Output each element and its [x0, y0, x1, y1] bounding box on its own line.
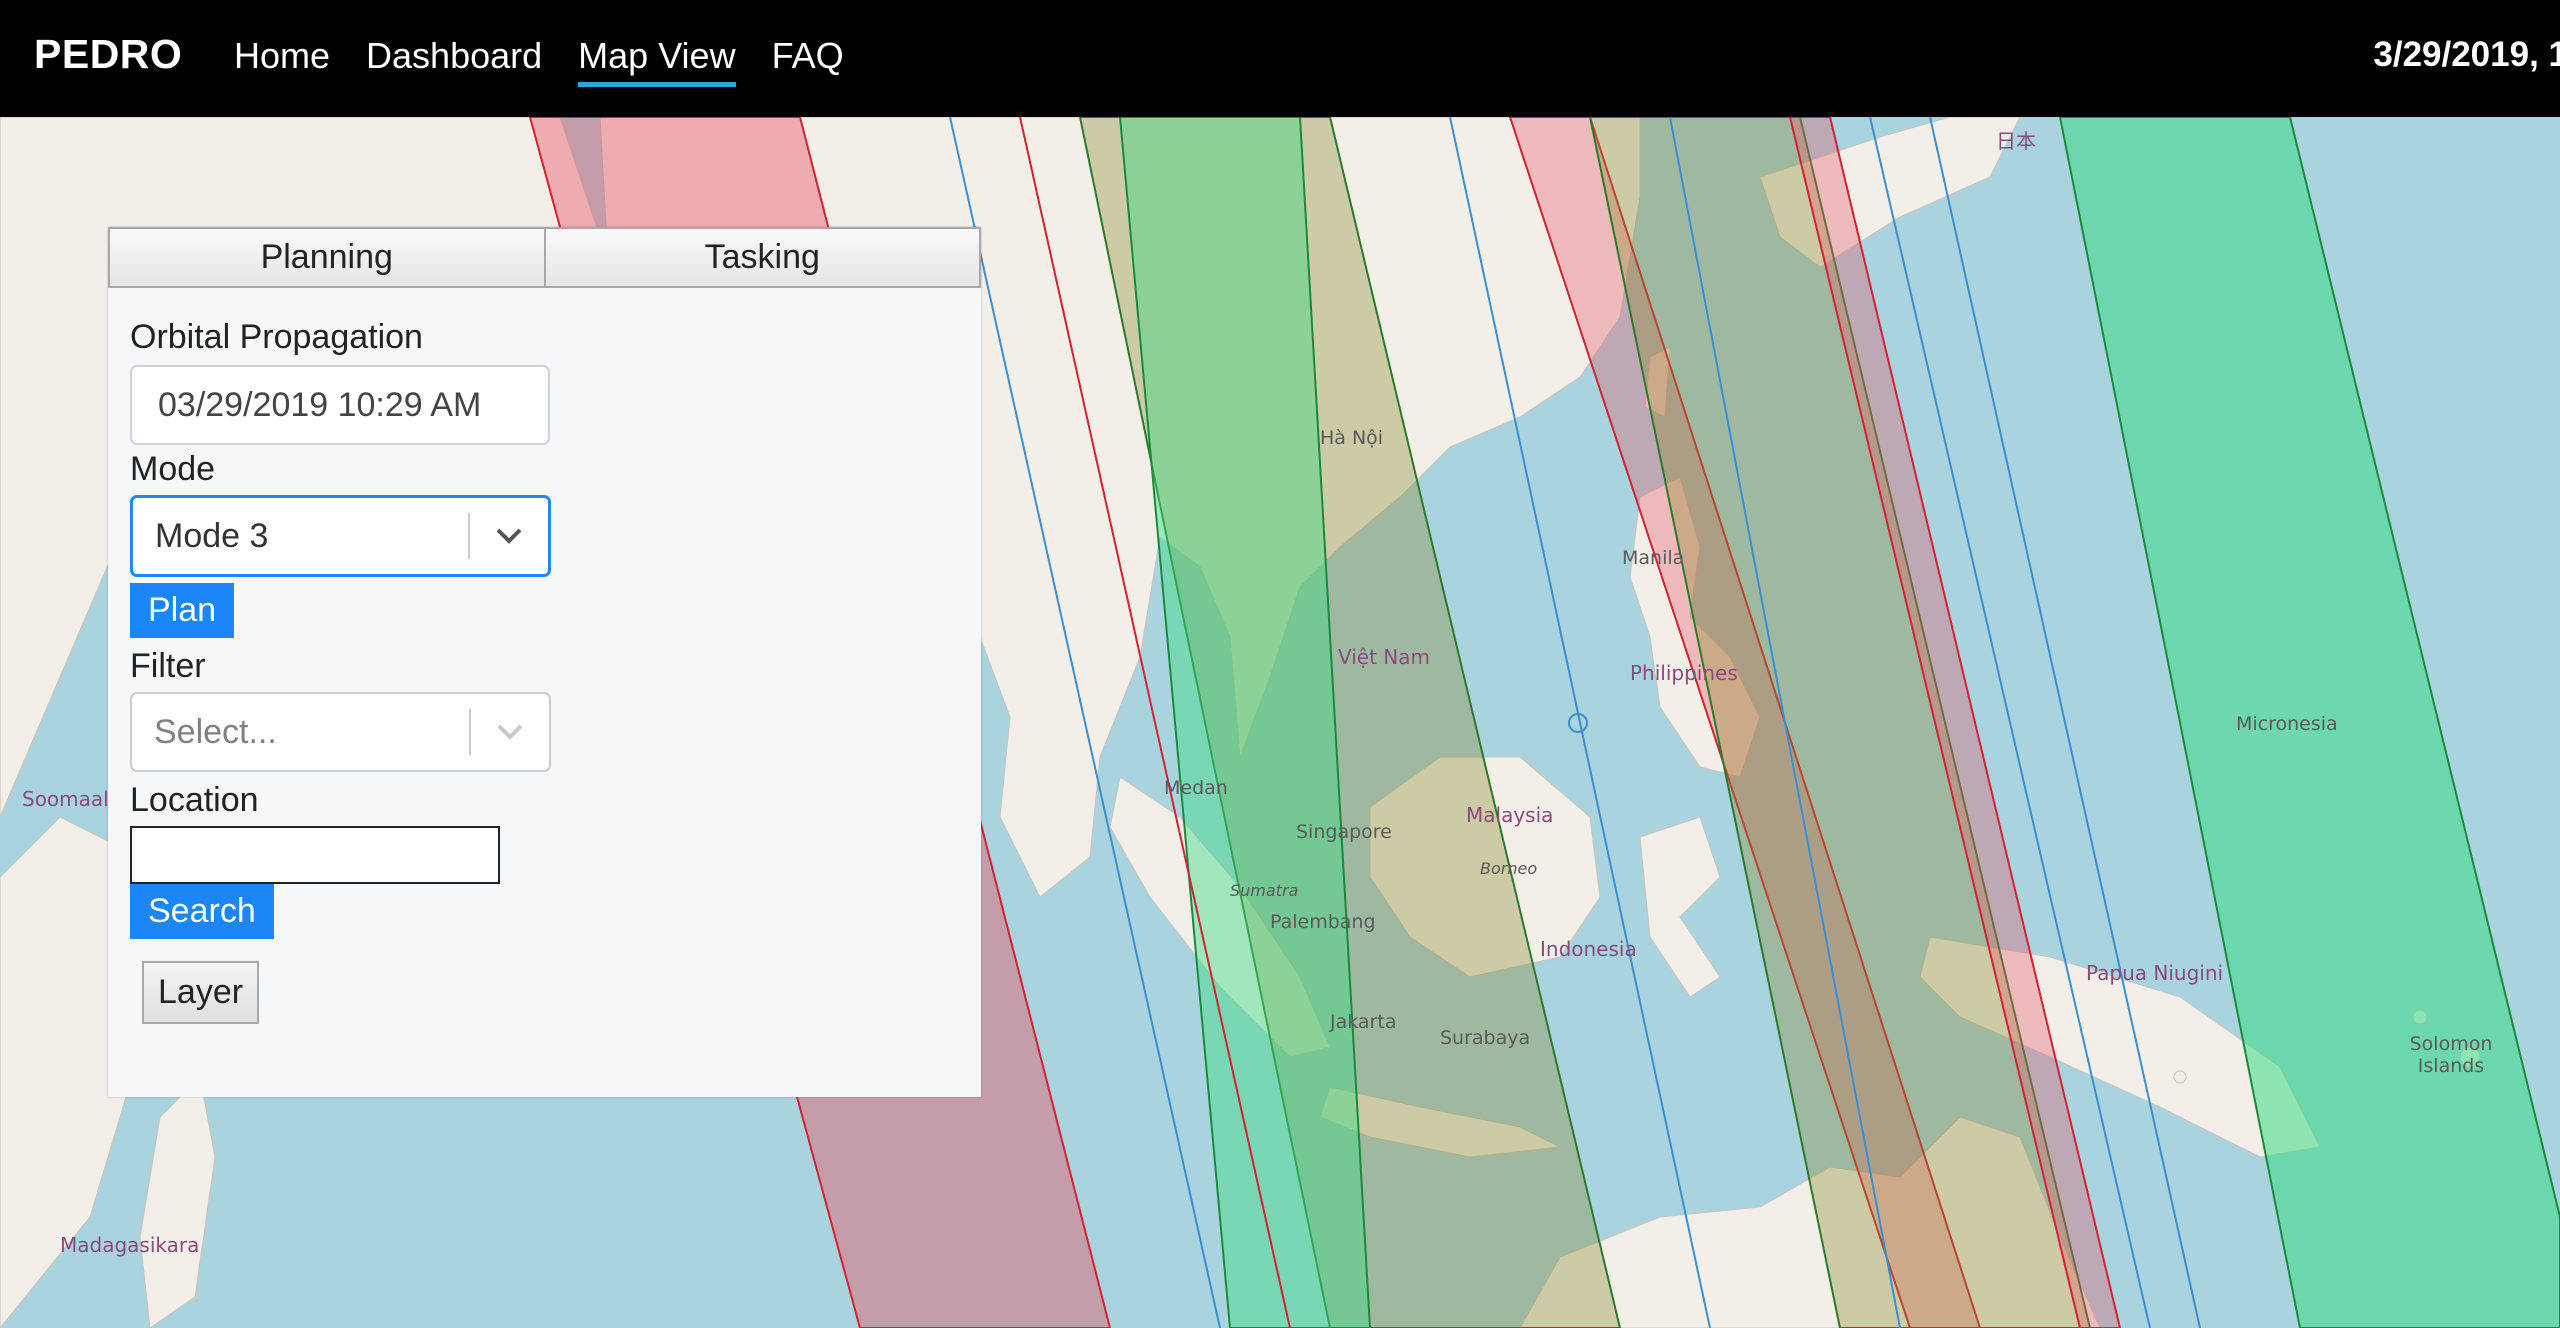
label-solomon: Solomon Islands: [2409, 1033, 2493, 1077]
panel-tabs: Planning Tasking: [108, 227, 981, 288]
filter-label: Filter: [130, 647, 206, 685]
label-indonesia: Indonesia: [1540, 937, 1637, 961]
planning-form: Orbital Propagation 03/29/2019 10:29 AM …: [130, 317, 551, 1024]
label-philippines: Philippines: [1630, 661, 1738, 685]
location-label: Location: [130, 781, 259, 819]
orbital-propagation-label: Orbital Propagation: [130, 318, 423, 356]
tab-tasking[interactable]: Tasking: [545, 227, 981, 288]
filter-select-placeholder: Select...: [154, 712, 277, 751]
label-madagasikara: Madagasikara: [60, 1233, 200, 1257]
label-somaal: Soomaal: [22, 787, 109, 811]
location-input[interactable]: [130, 826, 500, 884]
top-navbar: PEDRO Home Dashboard Map View FAQ 3/29/2…: [0, 0, 2560, 117]
nav-dashboard[interactable]: Dashboard: [366, 35, 542, 83]
label-palembang: Palembang: [1270, 911, 1376, 933]
filter-select[interactable]: Select...: [130, 692, 551, 772]
nav-map-view[interactable]: Map View: [578, 35, 737, 87]
mode-select[interactable]: Mode 3: [130, 495, 551, 577]
label-singapore: Singapore: [1296, 821, 1392, 843]
label-borneo: Borneo: [1480, 859, 1538, 878]
nav-links: Home Dashboard Map View FAQ: [234, 35, 880, 87]
layer-button[interactable]: Layer: [142, 961, 260, 1024]
label-papua: Papua Niugini: [2086, 961, 2224, 985]
label-manila: Manila: [1622, 547, 1685, 569]
tab-planning[interactable]: Planning: [108, 227, 546, 288]
label-jakarta: Jakarta: [1330, 1011, 1397, 1033]
planning-panel: Planning Tasking Orbital Propagation 03/…: [108, 227, 981, 1097]
search-button[interactable]: Search: [130, 884, 274, 939]
mode-label: Mode: [130, 450, 216, 488]
nav-home[interactable]: Home: [234, 35, 330, 83]
nav-faq[interactable]: FAQ: [772, 35, 844, 83]
date-time-display: 3/29/2019, 1: [2373, 35, 2560, 74]
label-medan: Medan: [1164, 777, 1228, 799]
mode-select-value: Mode 3: [155, 516, 269, 555]
label-micronesia: Micronesia: [2236, 713, 2338, 735]
label-hanoi: Hà Nội: [1320, 427, 1384, 449]
label-vietnam: Việt Nam: [1338, 645, 1431, 669]
chevron-down-icon[interactable]: [471, 723, 549, 741]
brand-logo[interactable]: PEDRO: [34, 31, 182, 78]
label-surabaya: Surabaya: [1440, 1027, 1531, 1049]
label-sumatra: Sumatra: [1230, 881, 1299, 900]
label-malaysia: Malaysia: [1466, 803, 1554, 827]
chevron-down-icon[interactable]: [470, 527, 548, 545]
datetime-input[interactable]: 03/29/2019 10:29 AM: [130, 365, 550, 445]
plan-button[interactable]: Plan: [130, 583, 235, 638]
label-japan: 日本: [1996, 129, 2036, 153]
